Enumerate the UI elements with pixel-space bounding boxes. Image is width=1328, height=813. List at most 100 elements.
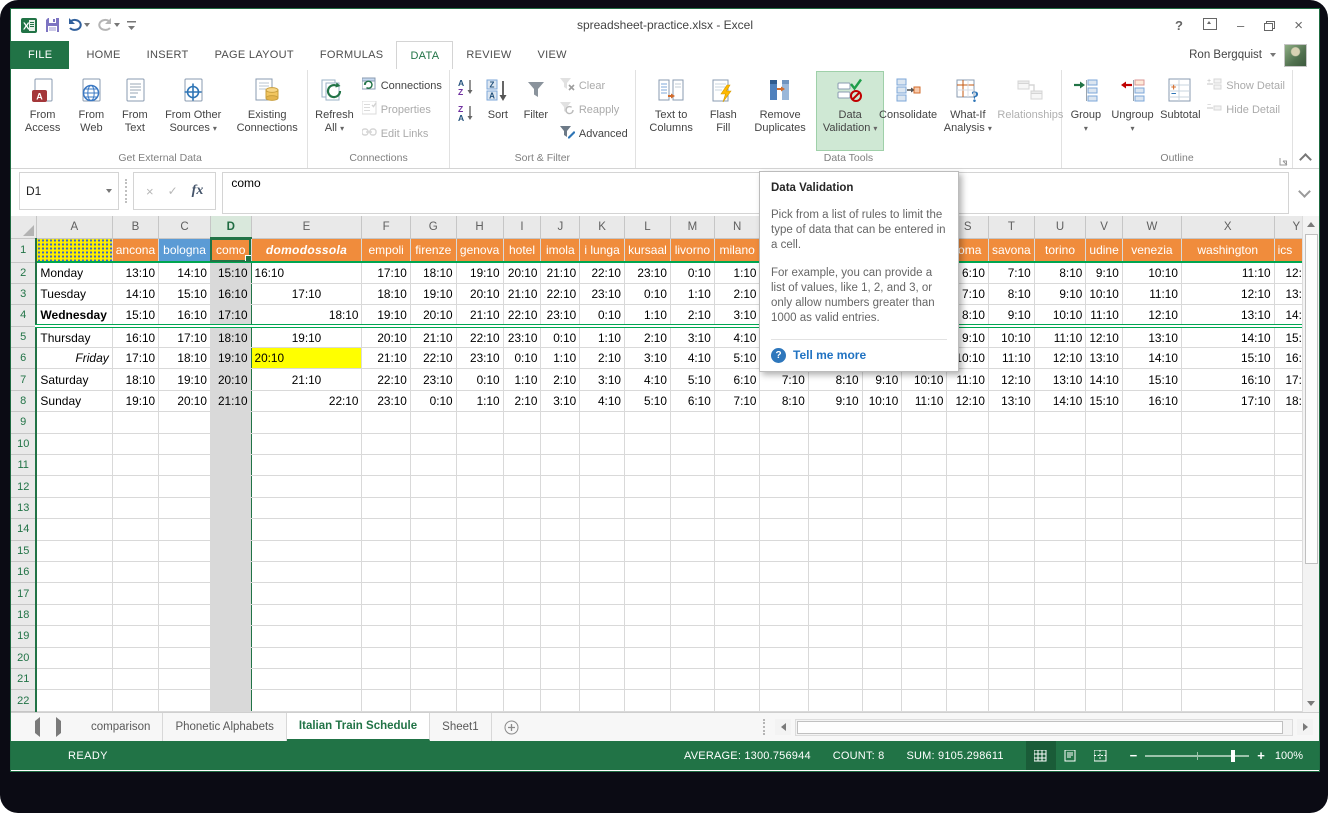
cell-X15[interactable] [1181,540,1274,561]
what-if-analysis-button[interactable]: ?What-If Analysis ▾ [933,72,1003,150]
cell-J17[interactable] [541,583,580,604]
sort-z-to-a-button[interactable]: ZA [455,102,477,124]
ribbon-tab-view[interactable]: VIEW [525,41,580,69]
dialog-launcher-icon[interactable] [1279,156,1289,166]
cell-H5[interactable]: 22:10 [456,326,503,347]
cell-G22[interactable] [410,690,456,711]
cell-B20[interactable] [112,647,158,668]
cell-K17[interactable] [580,583,625,604]
cell-P21[interactable] [808,668,862,689]
page-layout-view-button[interactable] [1056,741,1086,770]
column-header-H[interactable]: H [456,216,503,238]
avatar[interactable] [1284,44,1307,67]
cell-L4[interactable]: 1:10 [624,305,670,326]
text-to-columns-button[interactable]: Text to Columns [639,72,704,150]
cell-G4[interactable]: 20:10 [410,305,456,326]
cell-F6[interactable]: 21:10 [362,348,410,369]
cell-O10[interactable] [760,433,808,454]
cell-E1[interactable]: domodossola [251,238,362,262]
cell-H10[interactable] [456,433,503,454]
cell-M16[interactable] [670,561,714,582]
cell-L16[interactable] [624,561,670,582]
cell-V19[interactable] [1086,626,1123,647]
cell-D9[interactable] [210,412,251,433]
cell-B15[interactable] [112,540,158,561]
cell-F2[interactable]: 17:10 [362,262,410,283]
cell-R7[interactable]: 10:10 [902,369,947,390]
cell-Q14[interactable] [862,519,902,540]
cell-T11[interactable] [989,455,1035,476]
cell-B22[interactable] [112,690,158,711]
ribbon-tab-data[interactable]: DATA [396,41,453,69]
cell-G19[interactable] [410,626,456,647]
cell-H4[interactable]: 21:10 [456,305,503,326]
cell-M1[interactable]: livorno [670,238,714,262]
expand-formula-bar-icon[interactable] [1295,172,1313,210]
cell-L20[interactable] [624,647,670,668]
zoom-slider[interactable] [1145,750,1249,762]
from-text-button[interactable]: From Text [114,72,157,150]
cell-P10[interactable] [808,433,862,454]
cell-X12[interactable] [1181,476,1274,497]
cell-C20[interactable] [159,647,211,668]
column-header-E[interactable]: E [251,216,362,238]
cell-M15[interactable] [670,540,714,561]
cell-F21[interactable] [362,668,410,689]
cell-M4[interactable]: 2:10 [670,305,714,326]
cell-G2[interactable]: 18:10 [410,262,456,283]
cell-K19[interactable] [580,626,625,647]
scroll-up-icon[interactable] [1303,216,1319,233]
ungroup-button[interactable]: Ungroup ▾ [1107,72,1159,150]
cell-K20[interactable] [580,647,625,668]
cell-N18[interactable] [714,604,760,625]
cell-X18[interactable] [1181,604,1274,625]
cell-D15[interactable] [210,540,251,561]
column-header-F[interactable]: F [362,216,410,238]
cell-G8[interactable]: 0:10 [410,390,456,411]
row-header-21[interactable]: 21 [11,668,36,689]
sheet-tab-sheet1[interactable]: Sheet1 [430,713,491,741]
cell-V3[interactable]: 10:10 [1086,283,1123,304]
cell-U4[interactable]: 10:10 [1034,305,1086,326]
cell-P13[interactable] [808,497,862,518]
cell-E12[interactable] [251,476,362,497]
cell-X20[interactable] [1181,647,1274,668]
cell-M18[interactable] [670,604,714,625]
cell-Q9[interactable] [862,412,902,433]
cell-T20[interactable] [989,647,1035,668]
row-header-1[interactable]: 1 [11,238,36,262]
cell-C3[interactable]: 15:10 [159,283,211,304]
cell-M17[interactable] [670,583,714,604]
cell-V20[interactable] [1086,647,1123,668]
cell-U9[interactable] [1034,412,1086,433]
cell-J3[interactable]: 22:10 [541,283,580,304]
cell-B13[interactable] [112,497,158,518]
cell-U3[interactable]: 9:10 [1034,283,1086,304]
cell-G12[interactable] [410,476,456,497]
minimize-icon[interactable]: – [1237,19,1244,32]
cell-G15[interactable] [410,540,456,561]
cell-E15[interactable] [251,540,362,561]
cell-R16[interactable] [902,561,947,582]
cell-G21[interactable] [410,668,456,689]
cell-N22[interactable] [714,690,760,711]
cell-H11[interactable] [456,455,503,476]
cell-W19[interactable] [1122,626,1181,647]
cell-M19[interactable] [670,626,714,647]
cell-A5[interactable]: Thursday [36,326,112,347]
cell-Q7[interactable]: 9:10 [862,369,902,390]
cell-V13[interactable] [1086,497,1123,518]
cell-I8[interactable]: 2:10 [503,390,541,411]
cell-G6[interactable]: 22:10 [410,348,456,369]
cell-P17[interactable] [808,583,862,604]
cell-S20[interactable] [947,647,989,668]
cell-C16[interactable] [159,561,211,582]
cell-F16[interactable] [362,561,410,582]
cell-A19[interactable] [36,626,112,647]
cell-I12[interactable] [503,476,541,497]
cell-O17[interactable] [760,583,808,604]
cell-L18[interactable] [624,604,670,625]
cell-K13[interactable] [580,497,625,518]
cell-F22[interactable] [362,690,410,711]
cell-K1[interactable]: i lunga [580,238,625,262]
